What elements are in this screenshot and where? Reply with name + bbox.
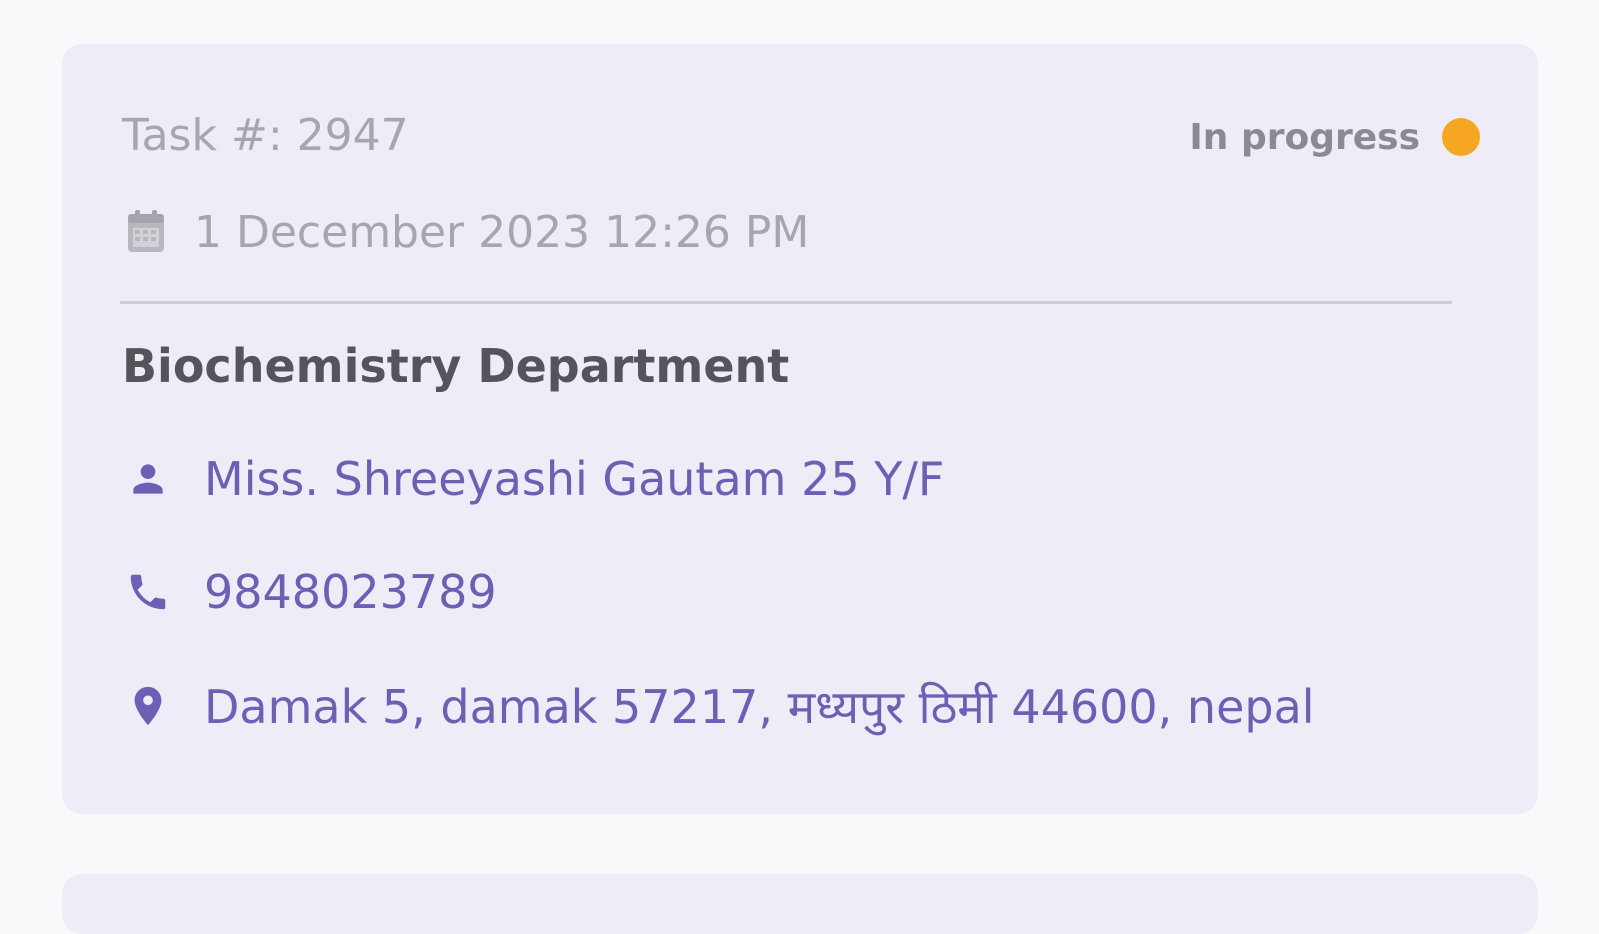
department-name: Biochemistry Department	[122, 339, 790, 393]
status-label: In progress	[1189, 116, 1420, 158]
task-date-row: 1 December 2023 12:26 PM	[122, 202, 809, 262]
task-card[interactable]: Task #: 2947 In progress 1 December 2023…	[62, 44, 1538, 814]
task-number: Task #: 2947	[122, 110, 409, 161]
next-task-card[interactable]	[62, 874, 1538, 934]
patient-row: Miss. Shreeyashi Gautam 25 Y/F	[122, 444, 944, 514]
divider	[120, 301, 1452, 304]
phone-row[interactable]: 9848023789	[122, 557, 497, 627]
status-dot-icon	[1442, 118, 1480, 156]
address-row[interactable]: Damak 5, damak 57217, मध्यपुर ठिमी 44600…	[122, 671, 1315, 741]
task-date: 1 December 2023 12:26 PM	[194, 206, 810, 258]
location-pin-icon	[122, 680, 174, 732]
person-icon	[122, 453, 174, 505]
calendar-icon	[122, 208, 170, 256]
status-badge: In progress	[1189, 112, 1480, 162]
patient-name: Miss. Shreeyashi Gautam 25 Y/F	[204, 452, 945, 506]
phone-number[interactable]: 9848023789	[204, 565, 497, 619]
phone-icon	[122, 566, 174, 618]
address-text[interactable]: Damak 5, damak 57217, मध्यपुर ठिमी 44600…	[204, 675, 1315, 737]
